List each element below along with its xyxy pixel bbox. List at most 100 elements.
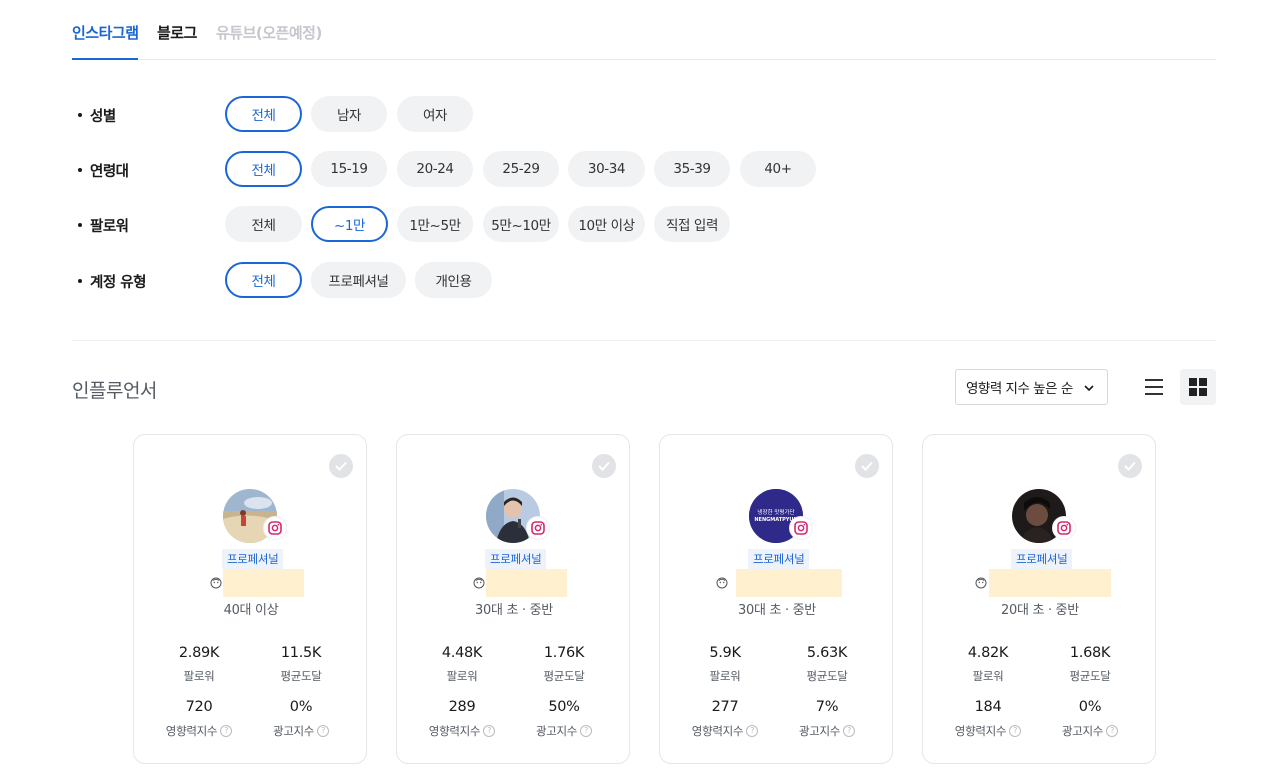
tab-blog[interactable]: 블로그 — [157, 22, 197, 43]
tab-youtube[interactable]: 유튜브(오픈예정) — [216, 22, 322, 43]
ad-label: 광고지수? — [777, 723, 877, 739]
filter-label-age: 연령대 — [78, 160, 129, 181]
avg-reach-value: 5.63K — [806, 645, 848, 661]
chip-account-professional[interactable]: 프로페셔널 — [311, 262, 406, 298]
followers-value: 5.9K — [709, 645, 741, 661]
influence-label: 영향력지수? — [149, 723, 249, 739]
age-group: 20대 초 · 중반 — [1001, 603, 1079, 618]
ad-value: 50% — [548, 699, 580, 715]
chip-account-personal[interactable]: 개인용 — [415, 262, 492, 298]
avg-reach-value: 11.5K — [280, 645, 322, 661]
select-check-button[interactable] — [1118, 454, 1142, 478]
chip-followers-under-10k[interactable]: ~1만 — [311, 206, 388, 242]
name-redacted — [486, 569, 567, 597]
tab-instagram[interactable]: 인스타그램 — [72, 22, 139, 43]
avatar-text-top: 냉장한 맛평가단 — [757, 508, 794, 516]
instagram-icon — [1053, 517, 1075, 539]
grid-view-button[interactable] — [1180, 369, 1216, 405]
ad-value: 7% — [815, 699, 839, 715]
name-row — [923, 569, 1157, 597]
check-icon — [1124, 461, 1136, 471]
age-group: 30대 초 · 중반 — [738, 603, 816, 618]
help-icon[interactable]: ? — [1009, 725, 1022, 737]
chevron-down-icon — [1084, 385, 1094, 392]
avg-reach-value: 1.76K — [543, 645, 585, 661]
chip-gender-all[interactable]: 전체 — [225, 96, 302, 132]
chip-age-all[interactable]: 전체 — [225, 151, 302, 187]
grid-icon — [1189, 378, 1207, 396]
help-icon[interactable]: ? — [746, 725, 759, 737]
list-icon — [1145, 379, 1163, 395]
followers-label: 팔로워 — [972, 669, 1004, 683]
influence-value: 277 — [711, 699, 739, 715]
influencer-card[interactable]: 프로페셔널 30대 초 · 중반 4.48K 팔로워 1.76K 평균도달 28… — [396, 434, 630, 764]
help-icon[interactable]: ? — [1106, 725, 1119, 737]
chip-age-40-plus[interactable]: 40+ — [740, 151, 816, 187]
name-redacted — [223, 569, 304, 597]
face-icon — [210, 577, 222, 589]
chip-followers-10k-50k[interactable]: 1만~5만 — [397, 206, 473, 242]
instagram-icon — [790, 517, 812, 539]
name-row — [397, 569, 631, 597]
influence-label: 영향력지수? — [938, 723, 1038, 739]
select-check-button[interactable] — [855, 454, 879, 478]
account-type-badge: 프로페셔널 — [748, 549, 810, 569]
followers-value: 4.48K — [441, 645, 483, 661]
filter-label-account-type: 계정 유형 — [78, 271, 146, 292]
help-icon[interactable]: ? — [580, 725, 593, 737]
influencer-card[interactable]: 프로페셔널 20대 초 · 중반 4.82K 팔로워 1.68K 평균도달 18… — [922, 434, 1156, 764]
help-icon[interactable]: ? — [220, 725, 233, 737]
avg-reach-label: 평균도달 — [543, 669, 585, 683]
age-group: 30대 초 · 중반 — [475, 603, 553, 618]
ad-value: 0% — [289, 699, 313, 715]
ad-label: 광고지수? — [514, 723, 614, 739]
account-type-badge: 프로페셔널 — [222, 549, 284, 569]
avg-reach-label: 평균도달 — [280, 669, 322, 683]
chip-age-20-24[interactable]: 20-24 — [397, 151, 473, 187]
influencer-card[interactable]: 냉장한 맛평가단 NENGMATPYUN 프로페셔널 30대 초 · 중반 5.… — [659, 434, 893, 764]
chip-followers-100k-plus[interactable]: 10만 이상 — [568, 206, 645, 242]
chip-age-15-19[interactable]: 15-19 — [311, 151, 387, 187]
name-redacted — [989, 569, 1111, 597]
chip-age-25-29[interactable]: 25-29 — [483, 151, 559, 187]
chip-gender-female[interactable]: 여자 — [397, 96, 473, 132]
chip-followers-all[interactable]: 전체 — [225, 206, 302, 242]
influence-label: 영향력지수? — [675, 723, 775, 739]
section-divider — [72, 340, 1216, 341]
help-icon[interactable]: ? — [317, 725, 330, 737]
platform-tabs: 인스타그램 블로그 유튜브(오픈예정) — [72, 0, 1216, 60]
instagram-icon — [527, 517, 549, 539]
help-icon[interactable]: ? — [843, 725, 856, 737]
chip-age-35-39[interactable]: 35-39 — [654, 151, 730, 187]
chip-followers-custom[interactable]: 직접 입력 — [654, 206, 730, 242]
list-view-button[interactable] — [1136, 369, 1172, 405]
account-type-badge: 프로페셔널 — [485, 549, 547, 569]
chip-gender-male[interactable]: 남자 — [311, 96, 387, 132]
help-icon[interactable]: ? — [483, 725, 496, 737]
instagram-icon — [264, 517, 286, 539]
check-icon — [335, 461, 347, 471]
influence-label: 영향력지수? — [412, 723, 512, 739]
account-type-badge: 프로페셔널 — [1011, 549, 1073, 569]
age-group: 40대 이상 — [223, 603, 279, 618]
select-check-button[interactable] — [592, 454, 616, 478]
face-icon — [473, 577, 485, 589]
influencer-card[interactable]: 프로페셔널 40대 이상 2.89K 팔로워 11.5K 평균도달 720 영향… — [133, 434, 367, 764]
section-title: 인플루언서 — [72, 380, 157, 402]
chip-followers-50k-100k[interactable]: 5만~10만 — [483, 206, 559, 242]
name-redacted — [736, 569, 842, 597]
tab-active-indicator — [72, 58, 138, 60]
ad-value: 0% — [1078, 699, 1102, 715]
influence-value: 184 — [974, 699, 1002, 715]
avg-reach-label: 평균도달 — [1069, 669, 1111, 683]
filter-label-followers: 팔로워 — [78, 215, 129, 236]
name-row — [660, 569, 894, 597]
select-check-button[interactable] — [329, 454, 353, 478]
followers-label: 팔로워 — [446, 669, 478, 683]
sort-select[interactable]: 영향력 지수 높은 순 — [955, 369, 1108, 405]
influence-value: 720 — [185, 699, 213, 715]
chip-account-all[interactable]: 전체 — [225, 262, 302, 298]
followers-label: 팔로워 — [709, 669, 741, 683]
check-icon — [598, 461, 610, 471]
chip-age-30-34[interactable]: 30-34 — [568, 151, 645, 187]
